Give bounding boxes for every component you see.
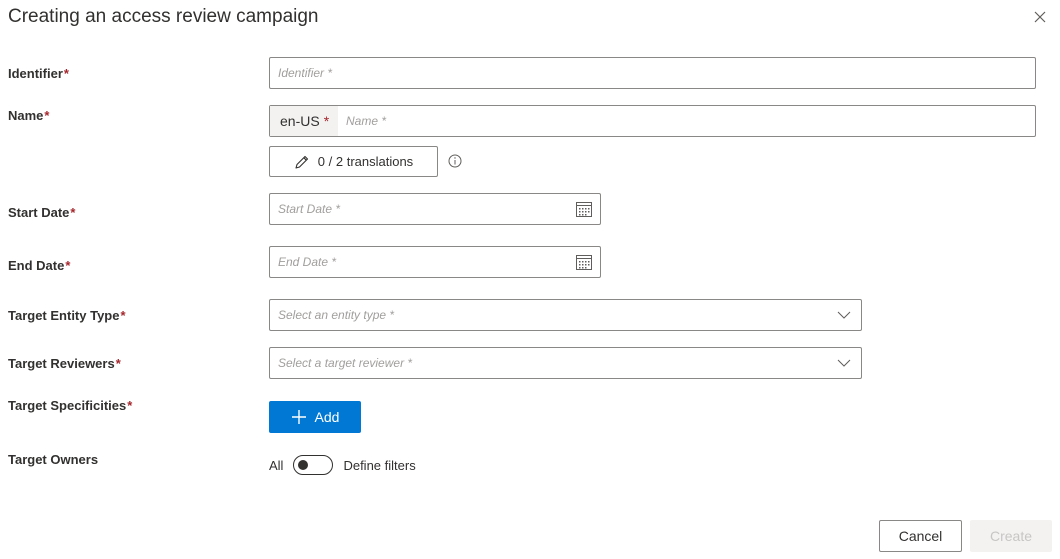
name-input[interactable] <box>338 106 1035 136</box>
create-button[interactable]: Create <box>970 520 1052 552</box>
target-owners-toggle[interactable] <box>293 455 334 475</box>
close-button[interactable] <box>1030 7 1050 27</box>
target-entity-type-placeholder: Select an entity type * <box>278 308 395 322</box>
chevron-down-icon <box>837 311 851 319</box>
edit-pencil-icon <box>295 155 308 169</box>
end-date-label: End Date* <box>8 258 71 273</box>
info-icon[interactable] <box>448 154 462 168</box>
identifier-label: Identifier* <box>8 66 69 81</box>
target-owners-label: Target Owners <box>8 452 99 467</box>
chevron-down-icon <box>837 359 851 367</box>
toggle-on-label: Define filters <box>343 457 416 473</box>
toggle-off-label: All <box>269 457 284 473</box>
close-icon <box>1034 11 1046 23</box>
target-specificities-label: Target Specificities* <box>8 398 133 413</box>
target-entity-type-label: Target Entity Type* <box>8 308 126 323</box>
end-date-input[interactable] <box>269 246 601 278</box>
target-entity-type-dropdown[interactable]: Select an entity type * <box>269 299 862 331</box>
name-field: en-US * <box>269 105 1036 137</box>
target-owners-toggle-row: All Define filters <box>269 455 416 475</box>
start-date-label: Start Date* <box>8 205 76 220</box>
add-specificity-button[interactable]: Add <box>269 401 361 433</box>
locale-prefix: en-US * <box>270 106 338 136</box>
calendar-icon[interactable] <box>575 200 593 218</box>
add-label: Add <box>314 409 340 425</box>
target-reviewers-placeholder: Select a target reviewer * <box>278 356 413 370</box>
name-label: Name* <box>8 108 50 123</box>
cancel-button[interactable]: Cancel <box>879 520 962 552</box>
dialog-title: Creating an access review campaign <box>8 6 319 27</box>
end-date-field <box>269 246 601 278</box>
calendar-icon[interactable] <box>575 253 593 271</box>
identifier-input[interactable] <box>269 57 1036 89</box>
target-reviewers-dropdown[interactable]: Select a target reviewer * <box>269 347 862 379</box>
plus-icon <box>291 410 306 424</box>
start-date-field <box>269 193 601 225</box>
toggle-knob <box>298 460 309 470</box>
translations-label: 0 / 2 translations <box>317 154 414 169</box>
translations-button[interactable]: 0 / 2 translations <box>269 146 438 177</box>
target-reviewers-label: Target Reviewers* <box>8 356 121 371</box>
start-date-input[interactable] <box>269 193 601 225</box>
